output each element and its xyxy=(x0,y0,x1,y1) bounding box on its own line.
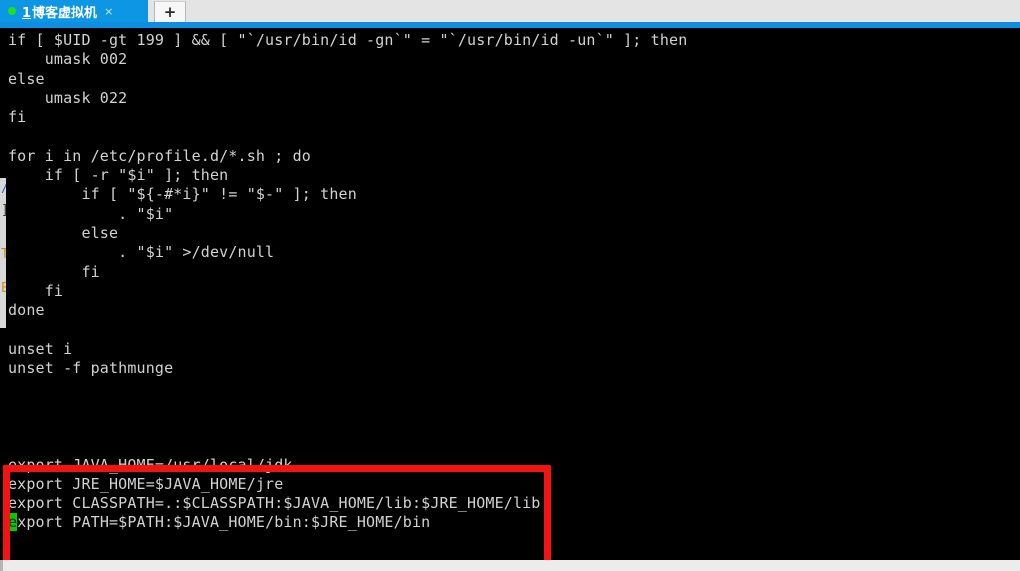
tab-label: 1博客虚拟机 xyxy=(22,2,97,21)
connection-status-dot xyxy=(8,7,16,15)
tab-title-label: 博客虚拟机 xyxy=(32,5,98,21)
background-fragment-2: ] xyxy=(1,204,6,217)
new-tab-button[interactable]: + xyxy=(154,1,186,22)
screen: 1博客虚拟机 × + / ] T E if [ $UID -gt 199 ] &… xyxy=(0,0,1020,571)
terminal-text-before-cursor: if [ $UID -gt 199 ] && [ "`/usr/bin/id -… xyxy=(8,31,688,513)
bottom-status-strip xyxy=(0,560,1020,571)
highlight-annotation-box xyxy=(3,465,551,560)
background-fragment-4: E xyxy=(1,282,6,295)
plus-icon: + xyxy=(163,2,177,21)
background-window-sliver: / ] T E xyxy=(0,178,6,328)
tab-index-label: 1 xyxy=(22,5,32,21)
terminal-output: if [ $UID -gt 199 ] && [ "`/usr/bin/id -… xyxy=(8,31,687,533)
close-icon[interactable]: × xyxy=(104,6,113,17)
bottom-strip-edge xyxy=(0,560,3,571)
tab-blog-vm[interactable]: 1博客虚拟机 × xyxy=(0,0,148,22)
background-fragment-3: T xyxy=(1,248,6,261)
background-fragment-1: / xyxy=(1,182,6,195)
tab-bar: 1博客虚拟机 × + xyxy=(0,0,1020,22)
terminal-pane[interactable]: / ] T E if [ $UID -gt 199 ] && [ "`/usr/… xyxy=(0,28,1020,560)
